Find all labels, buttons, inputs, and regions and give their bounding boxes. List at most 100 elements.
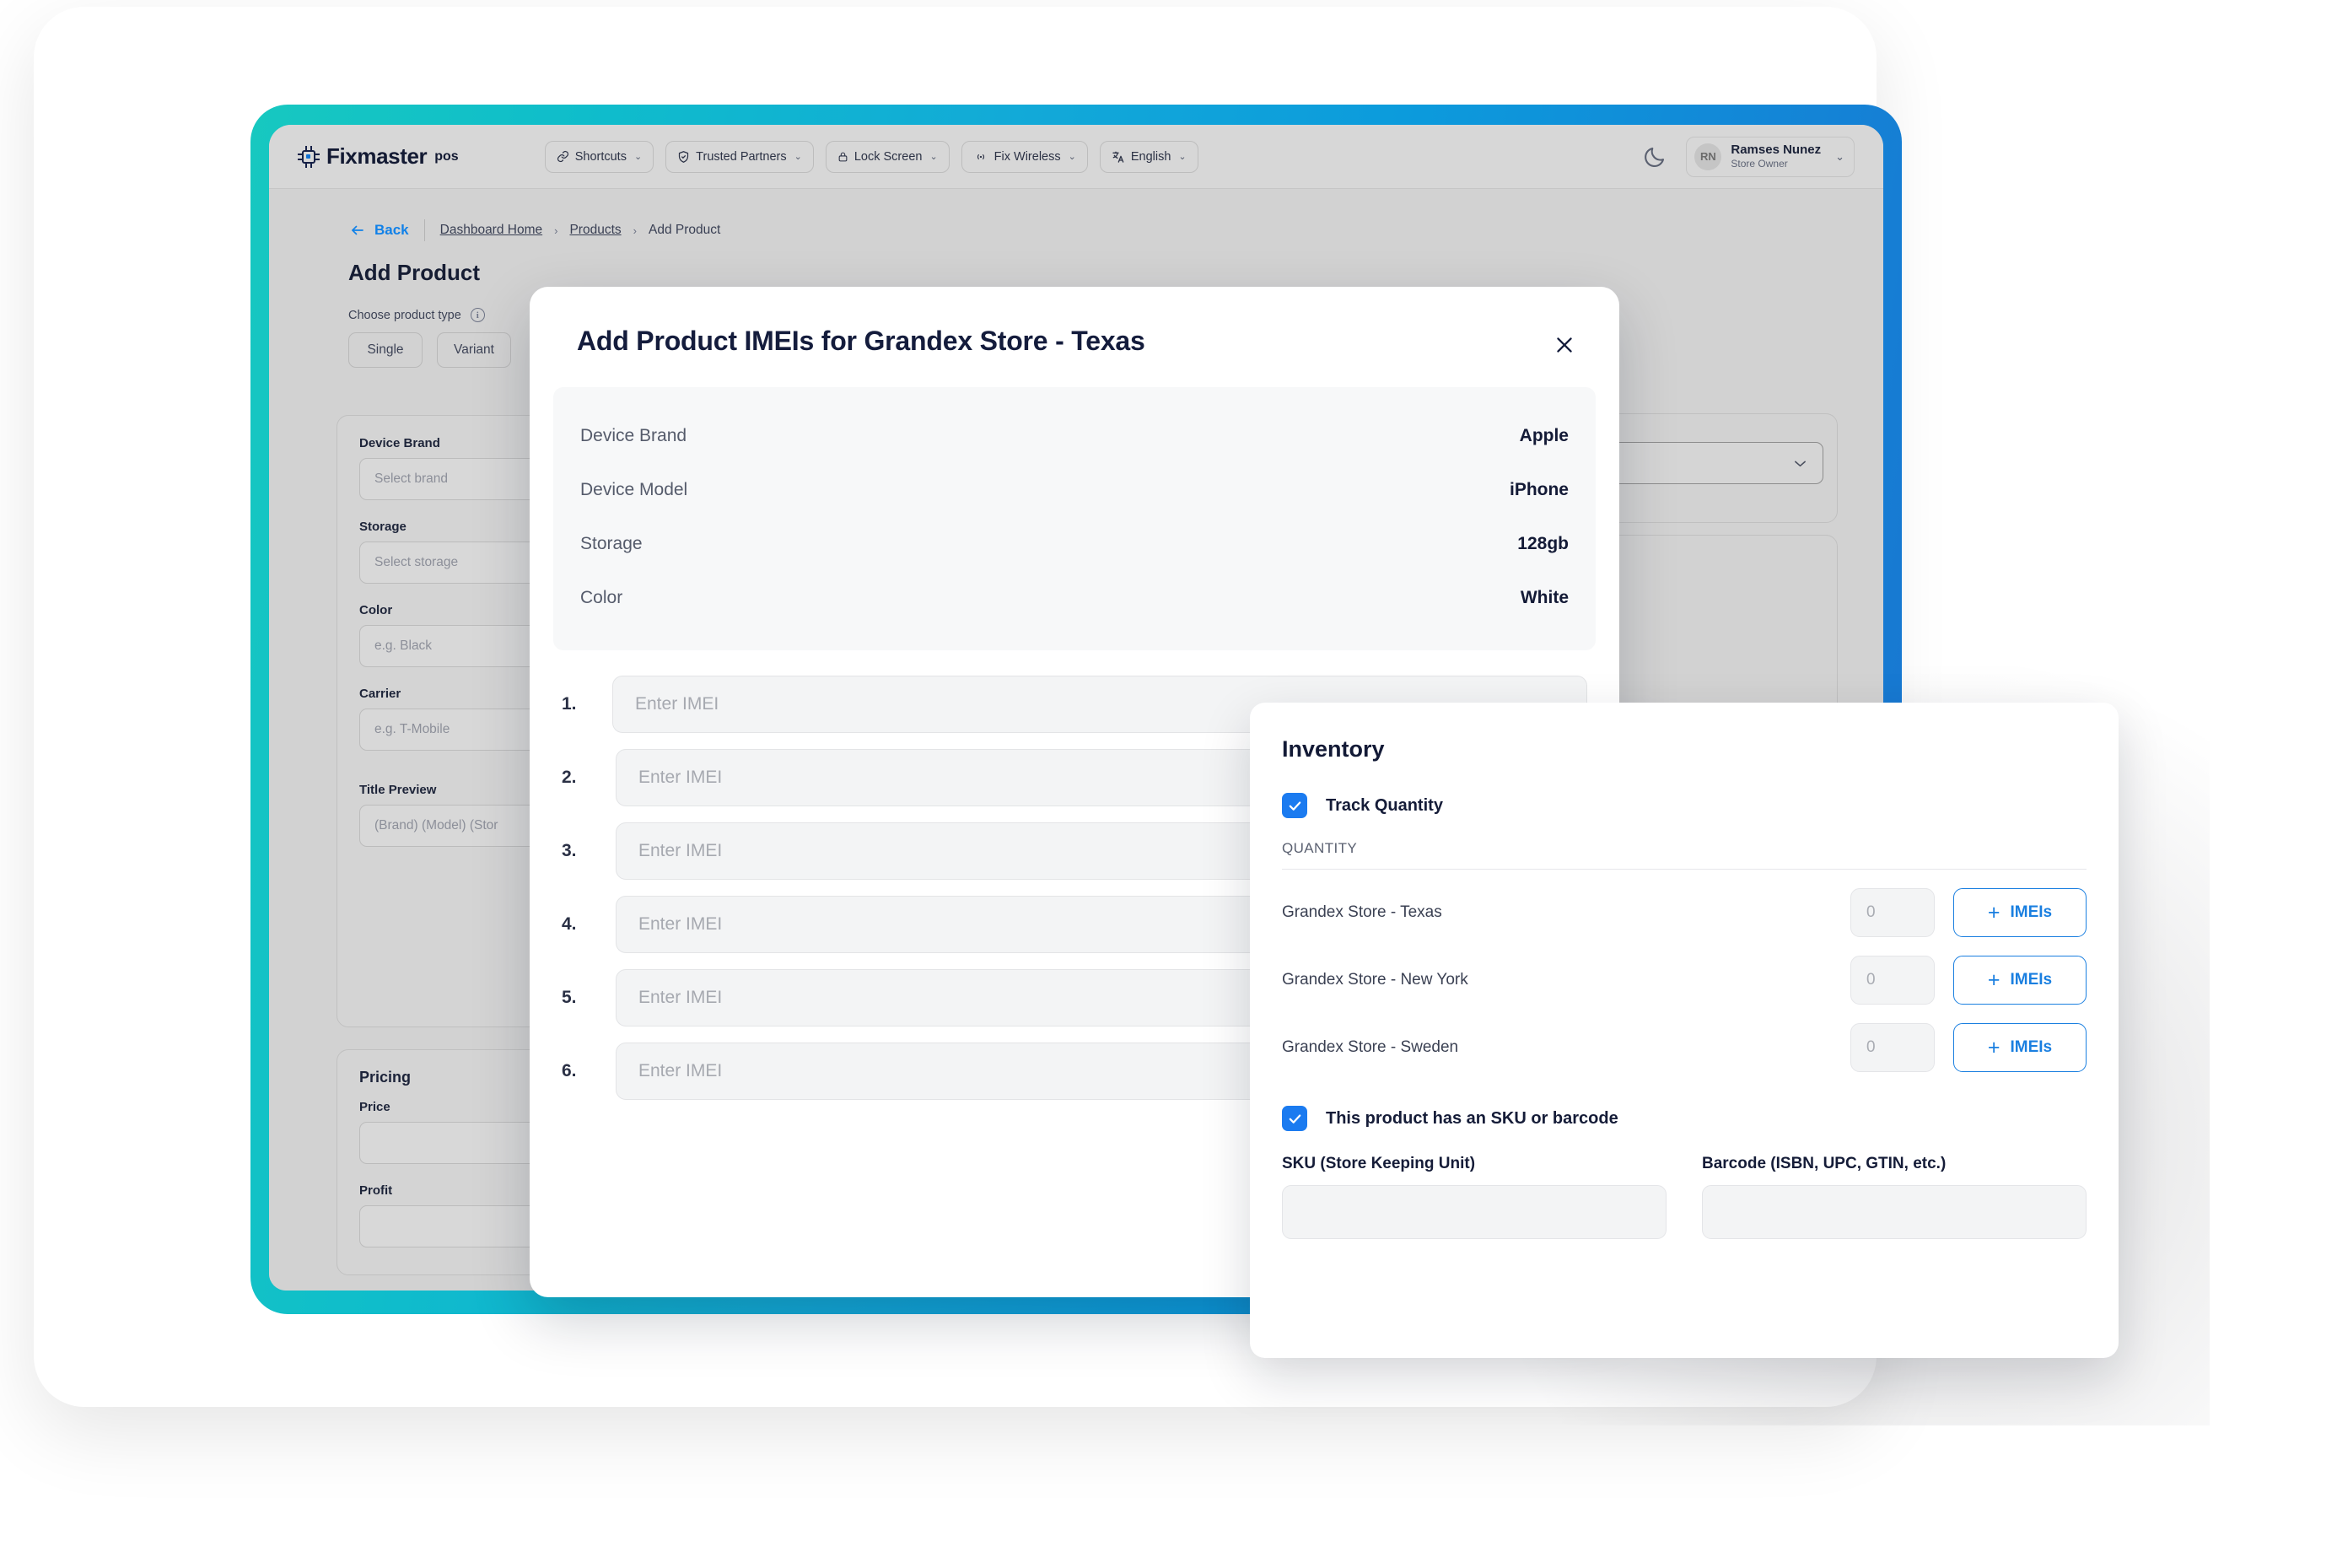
inventory-title: Inventory — [1282, 736, 1385, 762]
imei-row-number: 3. — [562, 841, 577, 860]
store-name: Grandex Store - New York — [1282, 971, 1468, 989]
sku-input[interactable] — [1282, 1185, 1667, 1239]
quantity-section-header: QUANTITY — [1282, 840, 1358, 856]
shield-check-icon — [677, 150, 690, 164]
arrow-left-icon — [352, 225, 363, 235]
modal-title: Add Product IMEIs for Grandex Store - Te… — [577, 326, 1145, 356]
breadcrumb-item-dashboard-home[interactable]: Dashboard Home — [440, 223, 542, 238]
moon-icon[interactable] — [1642, 144, 1667, 170]
avatar: RN — [1694, 143, 1722, 170]
check-icon — [1289, 1113, 1300, 1123]
modal-header: Add Product IMEIs for Grandex Store - Te… — [530, 287, 1619, 372]
spec-value: White — [1520, 588, 1569, 607]
breadcrumb-separator: › — [554, 224, 558, 237]
barcode-column: Barcode (ISBN, UPC, GTIN, etc.) — [1702, 1155, 2087, 1239]
user-role: Store Owner — [1731, 157, 1788, 170]
track-quantity-label: Track Quantity — [1326, 795, 1443, 815]
top-bar-right: RN Ramses Nunez Store Owner ⌄ — [1642, 136, 1855, 177]
product-type-single-button[interactable]: Single — [348, 332, 423, 368]
spec-row: Color White — [580, 571, 1569, 625]
store-imei-button[interactable]: + IMEIs — [1953, 956, 2087, 1005]
close-icon[interactable] — [1547, 327, 1582, 363]
brand-suffix: pos — [434, 148, 459, 164]
user-name: Ramses Nunez — [1731, 143, 1822, 158]
link-icon — [557, 150, 569, 163]
store-name: Grandex Store - Sweden — [1282, 1038, 1459, 1056]
sku-checkbox-row[interactable]: This product has an SKU or barcode — [1282, 1106, 2087, 1131]
breadcrumb: Back Dashboard Home › Products › Add Pro… — [269, 218, 1883, 243]
spec-row: Storage 128gb — [580, 517, 1569, 571]
store-row: Grandex Store - New York 0 + IMEIs — [1282, 956, 2087, 1005]
imei-row-number: 2. — [562, 768, 577, 787]
breadcrumb-item-products[interactable]: Products — [569, 223, 621, 238]
user-menu[interactable]: RN Ramses Nunez Store Owner ⌄ — [1686, 136, 1855, 177]
sku-checkbox[interactable] — [1282, 1106, 1307, 1131]
store-quantity-input[interactable]: 0 — [1850, 956, 1935, 1005]
spec-row: Device Model iPhone — [580, 463, 1569, 517]
chevron-down-icon — [1795, 461, 1806, 466]
app-logo[interactable]: Fixmaster pos — [298, 143, 459, 170]
plus-icon: + — [1987, 1035, 2000, 1059]
sku-column: SKU (Store Keeping Unit) — [1282, 1155, 1667, 1239]
store-imei-button[interactable]: + IMEIs — [1953, 1023, 2087, 1072]
imei-button-label: IMEIs — [2010, 971, 2053, 989]
spec-row: Device Brand Apple — [580, 409, 1569, 463]
nav-chip-trusted-partners[interactable]: Trusted Partners ⌄ — [665, 140, 814, 173]
barcode-input[interactable] — [1702, 1185, 2087, 1239]
imei-row-number: 5. — [562, 988, 577, 1007]
spec-value: iPhone — [1509, 480, 1569, 499]
top-nav-chips: Shortcuts ⌄ Trusted Partners ⌄ Lock Scre… — [544, 140, 1198, 173]
imei-button-label: IMEIs — [2010, 903, 2053, 921]
spec-key: Storage — [580, 534, 643, 553]
plus-icon: + — [1987, 900, 2000, 924]
brand-name: Fixmaster — [326, 143, 428, 169]
imei-row-number: 6. — [562, 1061, 577, 1080]
divider — [423, 219, 425, 241]
nav-chip-label: English — [1130, 149, 1171, 164]
back-button[interactable]: Back — [348, 222, 409, 239]
imei-row-number: 4. — [562, 914, 577, 934]
chevron-down-icon: ⌄ — [794, 152, 802, 162]
device-spec-summary: Device Brand Apple Device Model iPhone S… — [553, 387, 1596, 650]
breadcrumb-separator: › — [633, 224, 637, 237]
sku-checkbox-label: This product has an SKU or barcode — [1326, 1108, 1618, 1128]
chip-icon — [298, 145, 320, 168]
store-quantity-input[interactable]: 0 — [1850, 1023, 1935, 1072]
sku-fields: SKU (Store Keeping Unit) Barcode (ISBN, … — [1282, 1155, 2087, 1239]
nav-chip-label: Fix Wireless — [993, 149, 1061, 164]
chevron-down-icon: ⌄ — [633, 152, 643, 162]
nav-chip-label: Trusted Partners — [696, 149, 787, 164]
nav-chip-fix-wireless[interactable]: Fix Wireless ⌄ — [961, 140, 1088, 173]
nav-chip-shortcuts[interactable]: Shortcuts ⌄ — [544, 140, 654, 173]
plus-icon: + — [1987, 967, 2000, 992]
nav-chip-english[interactable]: English ⌄ — [1099, 140, 1198, 173]
screenshot-stage: Fixmaster pos Shortcuts ⌄ Trusted Partne… — [0, 0, 2337, 1568]
store-name: Grandex Store - Texas — [1282, 903, 1442, 921]
store-imei-button[interactable]: + IMEIs — [1953, 888, 2087, 937]
track-quantity-row[interactable]: Track Quantity — [1282, 793, 2087, 818]
track-quantity-checkbox[interactable] — [1282, 793, 1307, 818]
lock-icon — [837, 150, 848, 164]
breadcrumb-item-add-product: Add Product — [648, 223, 721, 237]
barcode-field-label: Barcode (ISBN, UPC, GTIN, etc.) — [1702, 1155, 1947, 1172]
divider — [1282, 869, 2087, 870]
spec-key: Device Model — [580, 480, 688, 499]
info-icon[interactable]: i — [470, 308, 485, 322]
store-row: Grandex Store - Texas 0 + IMEIs — [1282, 888, 2087, 937]
chevron-down-icon: ⌄ — [1835, 149, 1844, 163]
app-top-bar: Fixmaster pos Shortcuts ⌄ Trusted Partne… — [269, 125, 1883, 189]
wireless-icon — [973, 151, 988, 163]
imei-button-label: IMEIs — [2010, 1038, 2053, 1056]
translate-icon — [1112, 150, 1125, 164]
spec-key: Color — [580, 588, 623, 607]
imei-row-number: 1. — [562, 694, 577, 714]
inventory-panel: Inventory Track Quantity QUANTITY Grande… — [1250, 703, 2119, 1358]
store-row: Grandex Store - Sweden 0 + IMEIs — [1282, 1023, 2087, 1072]
page-title: Add Product — [348, 260, 480, 285]
store-quantity-input[interactable]: 0 — [1850, 888, 1935, 937]
product-type-variant-button[interactable]: Variant — [437, 332, 511, 368]
chevron-down-icon: ⌄ — [1178, 152, 1187, 162]
spec-value: Apple — [1519, 426, 1569, 445]
nav-chip-label: Shortcuts — [574, 149, 627, 164]
nav-chip-lock-screen[interactable]: Lock Screen ⌄ — [825, 140, 950, 173]
